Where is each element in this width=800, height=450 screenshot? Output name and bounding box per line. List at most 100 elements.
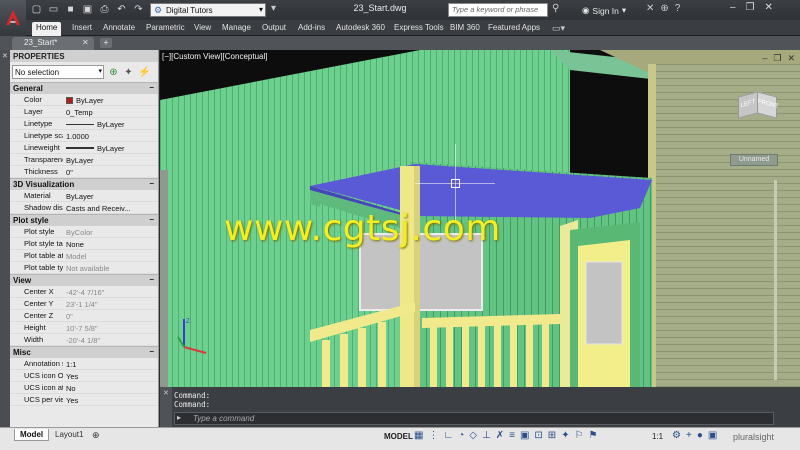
grid-icon[interactable]: ▦ [414,430,423,441]
property-row[interactable]: Height 10'-7 5/8" [10,322,158,334]
property-row[interactable]: Lineweight ByLayer [10,142,158,154]
property-row[interactable]: TransparencyByLayer [10,154,158,166]
exchange-icon[interactable]: ✕ [646,3,654,14]
command-prompt-icon[interactable]: ▸ [177,413,181,422]
minimize-icon[interactable]: – [730,2,736,13]
viewport-controls-label[interactable]: [−][Custom View][Conceptual] [162,52,267,61]
select-objects-icon[interactable]: ✦ [123,67,134,78]
section-3d-visualization[interactable]: 3D Visualization – [10,178,158,190]
tab-layout1[interactable]: Layout1 [50,429,88,441]
application-menu-button[interactable] [0,0,26,36]
add-layout-icon[interactable]: ⊕ [92,430,100,441]
property-row[interactable]: Center Y 23'-1 1/4" [10,298,158,310]
print-icon[interactable]: ⎙ [98,3,111,16]
workspace-select[interactable]: ⚙ Digital Tutors ▾ [150,3,266,17]
viewcube-left-face[interactable]: LEFT [738,91,758,119]
property-row[interactable]: Plot style ByColor [10,226,158,238]
sign-in-button[interactable]: ◉ Sign In ▾ [582,5,626,16]
annotation-visibility-icon[interactable]: ⚐ [575,430,584,441]
tab-model[interactable]: Model [14,429,50,441]
gizmo-icon[interactable]: ✦ [561,430,569,441]
a360-icon[interactable]: ⊕ [660,3,668,14]
close-tab-icon[interactable]: ✕ [82,38,89,47]
polar-icon[interactable]: ◔ [458,430,464,441]
selection-cycling-icon[interactable]: ⊡ [534,430,542,441]
toggle-pickadd-icon[interactable]: ⊕ [108,67,119,78]
section-view[interactable]: View – [10,274,158,286]
command-input[interactable]: Type a command [174,412,774,425]
save-as-icon[interactable]: ▣ [81,3,94,16]
tab-add-ins[interactable]: Add-ins [294,22,329,36]
tab-insert[interactable]: Insert [68,22,96,36]
property-row[interactable]: Plot style ta...None [10,238,158,250]
lineweight-icon[interactable]: ≡ [509,430,515,441]
property-row[interactable]: Center X -42'-4 7/16" [10,286,158,298]
close-palette-icon[interactable]: ✕ [2,52,8,60]
property-row[interactable]: Thickness 0" [10,166,158,178]
ortho-icon[interactable]: ∟ [443,430,453,441]
tab-express-tools[interactable]: Express Tools [390,22,448,36]
ribbon-minimize-icon[interactable]: ▭▾ [552,23,565,34]
property-row[interactable]: Width -20'-4 1/8" [10,334,158,346]
property-row[interactable]: Plot table ty...Not available [10,262,158,274]
viewcube-front-face[interactable]: FRONT [757,91,779,119]
property-row[interactable]: UCS icon OnYes [10,370,158,382]
property-row[interactable]: Linetype ByLayer [10,118,158,130]
tab-bim-360[interactable]: BIM 360 [446,22,484,36]
restore-icon[interactable]: ❐ [746,2,755,13]
otrack-icon[interactable]: ⊥ [482,430,491,441]
property-row[interactable]: UCS per vie...Yes [10,394,158,406]
3d-osnap-icon[interactable]: ⊞ [548,430,556,441]
annotation-monitor-icon[interactable]: + [686,430,692,441]
property-row[interactable]: Center Z 0" [10,310,158,322]
property-row[interactable]: Plot table att...Model [10,250,158,262]
tab-annotate[interactable]: Annotate [99,22,139,36]
palette-title-strip[interactable]: ✕ [0,50,10,427]
property-row[interactable]: Material ByLayer [10,190,158,202]
close-viewport-icon[interactable]: ✕ [787,53,795,64]
tab-output[interactable]: Output [258,22,290,36]
section-misc[interactable]: Misc – [10,346,158,358]
close-icon[interactable]: ✕ [765,2,773,13]
customize-qat-icon[interactable]: ▾ [271,3,276,14]
redo-icon[interactable]: ↷ [132,3,145,16]
isolate-objects-icon[interactable]: ● [697,430,703,441]
auto-scale-icon[interactable]: ⚑ [589,430,598,441]
tab-home[interactable]: Home [32,22,62,36]
osnap-icon[interactable]: ◇ [469,430,477,441]
tab-featured-apps[interactable]: Featured Apps [484,22,544,36]
viewcube[interactable]: LEFT FRONT [736,86,780,126]
dynamic-ucs-icon[interactable]: ✗ [496,430,504,441]
tab-view[interactable]: View [190,22,215,36]
property-row[interactable]: Layer 0_Temp [10,106,158,118]
model-space-toggle[interactable]: MODEL [384,432,413,441]
drawing-viewport[interactable]: [−][Custom View][Conceptual] – ❐ ✕ LEFT … [160,50,800,387]
command-line-handle[interactable]: ✕ [160,387,172,427]
search-input[interactable]: Type a keyword or phrase [448,3,548,17]
annotation-scale[interactable]: 1:1 [652,432,663,441]
transparency-icon[interactable]: ▣ [520,430,529,441]
save-icon[interactable]: ■ [64,3,77,16]
snap-icon[interactable]: ⋮ [428,430,438,441]
property-row[interactable]: Color ByLayer [10,94,158,106]
tab-manage[interactable]: Manage [218,22,255,36]
quick-select-icon[interactable]: ⚡ [138,67,150,78]
property-row[interactable]: Annotation s...1:1 [10,358,158,370]
undo-icon[interactable]: ↶ [115,3,128,16]
open-icon[interactable]: ▭ [47,3,60,16]
minimize-viewport-icon[interactable]: – [762,53,767,64]
tab-parametric[interactable]: Parametric [142,22,189,36]
property-row[interactable]: Linetype scale1.0000 [10,130,158,142]
restore-viewport-icon[interactable]: ❐ [773,53,781,64]
tab-autodesk-360[interactable]: Autodesk 360 [332,22,389,36]
hardware-acceleration-icon[interactable]: ▣ [708,430,717,441]
section-general[interactable]: General – [10,82,158,94]
new-icon[interactable]: ▢ [30,3,43,16]
section-plot-style[interactable]: Plot style – [10,214,158,226]
named-view-menu[interactable]: Unnamed [730,154,778,166]
selection-dropdown[interactable]: No selection ▾ [12,65,104,79]
property-row[interactable]: Shadow disp...Casts and Receiv... [10,202,158,214]
search-icon[interactable]: ⚲ [552,3,559,14]
new-tab-button[interactable]: + [100,38,112,48]
property-row[interactable]: UCS icon at...No [10,382,158,394]
